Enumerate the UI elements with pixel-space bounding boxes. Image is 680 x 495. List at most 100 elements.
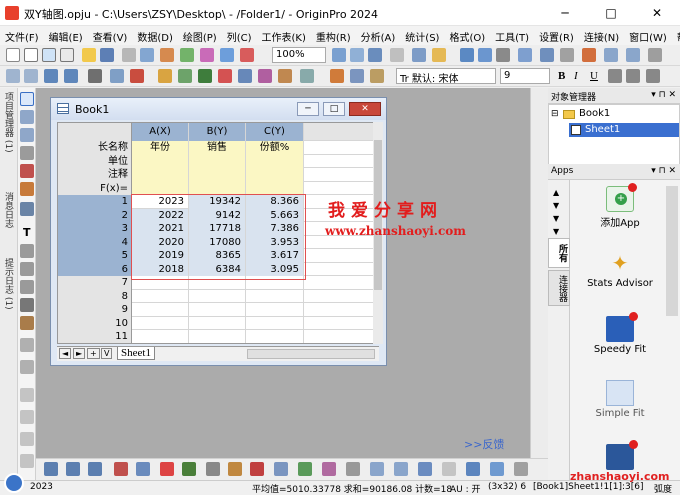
contour-plot-icon[interactable] [206, 462, 220, 476]
sheet-icon[interactable] [626, 48, 640, 62]
column-plot-icon[interactable] [114, 462, 128, 476]
zoom-out-tool-icon[interactable] [20, 128, 34, 142]
draw-icon[interactable] [20, 360, 34, 374]
font-size-select[interactable]: 9 [500, 68, 550, 84]
status-angle[interactable]: 弧度 [654, 482, 672, 495]
scale-bar-icon[interactable] [278, 69, 292, 83]
cell-c[interactable] [246, 330, 304, 343]
feedback-link[interactable]: >>反馈 [464, 436, 504, 452]
script-window-icon[interactable] [368, 48, 382, 62]
menu-format[interactable]: 格式(O) [444, 26, 490, 45]
tree-book1[interactable]: Book1 [579, 108, 610, 119]
workbook-titlebar[interactable]: Book1 ─ □ ✕ [51, 98, 386, 120]
cell-a[interactable] [132, 330, 189, 343]
minimize-button[interactable]: ─ [542, 0, 588, 26]
prev-sheet-button[interactable]: ◄ [59, 348, 72, 359]
link-tool-icon[interactable] [20, 454, 34, 468]
table-icon[interactable] [540, 48, 554, 62]
workbook-maximize-button[interactable]: □ [323, 102, 345, 116]
rescale-icon[interactable] [88, 69, 102, 83]
apps-nav-arrows[interactable]: ▲ ▼ ▼ ▼ [553, 186, 559, 238]
region-icon[interactable] [20, 202, 34, 216]
meta-row-label[interactable]: F(x)= [58, 181, 132, 195]
print-icon[interactable] [200, 48, 214, 62]
legend-icon[interactable] [238, 69, 252, 83]
search-icon[interactable] [4, 473, 24, 493]
message-log-tab[interactable]: 消息日志 [2, 192, 15, 228]
annotate-icon[interactable] [20, 388, 34, 402]
zoom-out-icon[interactable] [64, 69, 78, 83]
heatmap-icon[interactable] [394, 462, 408, 476]
project-explorer-tab[interactable]: 项目管理器 (1) [2, 92, 15, 153]
meta-cell[interactable] [132, 181, 189, 195]
menu-worksheet[interactable]: 工作表(K) [257, 26, 311, 45]
graph-layer-icon[interactable] [198, 69, 212, 83]
greek-icon[interactable] [646, 69, 660, 83]
row-header[interactable]: 6 [58, 262, 132, 276]
apps-tab-connectors[interactable]: 连接器 [548, 270, 570, 306]
sheet-list-button[interactable]: V [101, 348, 113, 359]
meta-row-label[interactable]: 单位 [58, 154, 132, 168]
more-icon[interactable] [648, 48, 662, 62]
workbook-close-button[interactable]: ✕ [349, 102, 381, 116]
copy-icon[interactable] [350, 69, 364, 83]
new-graph-icon[interactable] [42, 48, 56, 62]
menu-tools[interactable]: 工具(T) [490, 26, 534, 45]
ternary-plot-icon[interactable] [322, 462, 336, 476]
data-reader-icon[interactable] [20, 164, 34, 178]
duplicate-icon[interactable] [160, 48, 174, 62]
cell-a[interactable] [132, 289, 189, 303]
meta-cell[interactable] [246, 168, 304, 182]
meta-cell[interactable] [189, 154, 246, 168]
cell-a[interactable] [132, 303, 189, 317]
layout-icon[interactable] [460, 48, 474, 62]
app-add-app[interactable]: + 添加App [570, 183, 670, 229]
meta-cell[interactable] [189, 181, 246, 195]
row-header[interactable]: 5 [58, 249, 132, 263]
menu-window[interactable]: 窗口(W) [624, 26, 672, 45]
row-header[interactable]: 11 [58, 330, 132, 343]
tree-sheet1-selected[interactable]: Sheet1 [569, 123, 679, 137]
column-header-c[interactable]: C(Y) [246, 123, 304, 141]
next-sheet-button[interactable]: ► [73, 348, 86, 359]
meta-cell[interactable]: 份额% [246, 141, 304, 155]
cell-a[interactable] [132, 316, 189, 330]
row-header[interactable]: 1 [58, 195, 132, 209]
grid-plot-icon[interactable] [442, 462, 456, 476]
apps-pin-icon[interactable]: ▾ ⊓ ✕ [651, 166, 676, 176]
results-log-icon[interactable] [350, 48, 364, 62]
menu-statistics[interactable]: 统计(S) [400, 26, 444, 45]
app-speedy-fit[interactable]: Speedy Fit [570, 312, 670, 355]
crosshair-icon[interactable] [20, 146, 34, 160]
excel-icon[interactable] [496, 48, 510, 62]
text-tool-icon[interactable]: T [23, 226, 31, 239]
area-plot-icon[interactable] [160, 462, 174, 476]
pie-plot-icon[interactable] [136, 462, 150, 476]
new-project-icon[interactable] [6, 48, 20, 62]
status-au[interactable]: AU : 开 [450, 482, 481, 495]
grid-icon[interactable] [604, 48, 618, 62]
surface-plot-icon[interactable] [298, 462, 312, 476]
sort-icon[interactable] [300, 69, 314, 83]
menu-view[interactable]: 查看(V) [88, 26, 133, 45]
zoom-tool-icon[interactable] [20, 110, 34, 124]
column-header-b[interactable]: B(Y) [189, 123, 246, 141]
arrow-left-icon[interactable] [6, 69, 20, 83]
meta-row-label[interactable]: 注释 [58, 168, 132, 182]
row-header[interactable]: 10 [58, 316, 132, 330]
curve-tool-icon[interactable] [20, 280, 34, 294]
stock-plot-icon[interactable] [182, 462, 196, 476]
graph-template-icon[interactable] [418, 462, 432, 476]
notes-icon[interactable] [478, 48, 492, 62]
meta-cell[interactable] [132, 154, 189, 168]
menu-settings[interactable]: 设置(R) [534, 26, 579, 45]
app-store-icon[interactable] [582, 48, 596, 62]
import-icon[interactable] [122, 48, 136, 62]
meta-cell[interactable]: 销售 [189, 141, 246, 155]
meta-cell[interactable] [246, 181, 304, 195]
refresh-icon[interactable] [180, 48, 194, 62]
menu-file[interactable]: 文件(F) [0, 26, 44, 45]
axis-icon[interactable] [218, 69, 232, 83]
pointer-icon[interactable] [20, 92, 34, 106]
rectangle-tool-icon[interactable] [20, 298, 34, 312]
